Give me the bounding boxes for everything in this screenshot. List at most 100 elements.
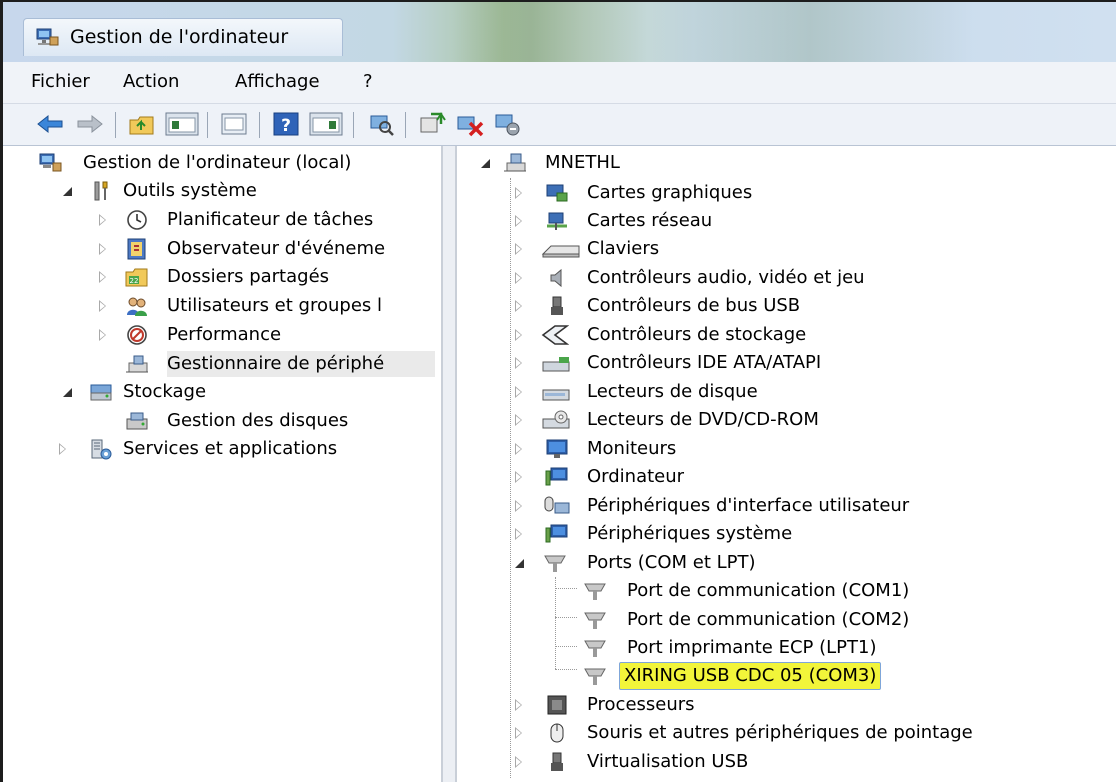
monitor-icon: [546, 439, 568, 458]
device-category-ports[interactable]: Ports (COM et LPT): [457, 549, 1116, 577]
device-category[interactable]: Cartes réseau: [457, 207, 1116, 235]
expand-arrow-icon[interactable]: [99, 329, 106, 341]
menu-action[interactable]: Action: [123, 71, 179, 92]
expand-arrow-icon[interactable]: [515, 500, 522, 512]
computer-management-icon: [39, 153, 62, 172]
device-category[interactable]: Souris et autres périphériques de pointa…: [457, 719, 1116, 747]
expand-arrow-icon[interactable]: [515, 243, 522, 255]
expand-arrow-icon[interactable]: [515, 386, 522, 398]
hid-icon: [544, 496, 570, 514]
expand-arrow-icon[interactable]: [515, 443, 522, 455]
uninstall-device-icon[interactable]: [455, 110, 485, 138]
device-category[interactable]: Périphériques système: [457, 520, 1116, 548]
expand-arrow-icon[interactable]: [99, 214, 106, 226]
device-category[interactable]: Claviers: [457, 235, 1116, 263]
toolbar-separator: [115, 112, 116, 138]
tree-item-gestionnaire-peripheriques[interactable]: Gestionnaire de périphé: [3, 350, 441, 378]
processor-icon: [547, 695, 567, 715]
tree-item-observateur[interactable]: Observateur d'événeme: [3, 235, 441, 263]
help-icon[interactable]: ?: [271, 110, 301, 138]
device-category[interactable]: Cartes graphiques: [457, 179, 1116, 207]
expand-arrow-icon[interactable]: [99, 271, 106, 283]
device-category[interactable]: Contrôleurs de stockage: [457, 321, 1116, 349]
update-driver-icon[interactable]: [417, 110, 447, 138]
device-category[interactable]: Processeurs: [457, 691, 1116, 719]
device-category[interactable]: Contrôleurs de bus USB: [457, 292, 1116, 320]
back-arrow-icon[interactable]: [35, 110, 65, 138]
expand-arrow-icon[interactable]: [515, 727, 522, 739]
tree-item-outils-systeme[interactable]: Outils système: [3, 177, 441, 205]
tree-item-planificateur[interactable]: Planificateur de tâches: [3, 206, 441, 234]
tree-item-label: Observateur d'événeme: [167, 238, 386, 259]
collapse-arrow-icon[interactable]: [481, 159, 490, 168]
device-manager-icon: [126, 355, 148, 373]
expand-arrow-icon[interactable]: [515, 528, 522, 540]
export-list-icon[interactable]: [219, 110, 249, 138]
expand-arrow-icon[interactable]: [515, 756, 522, 768]
device-item-selected[interactable]: XIRING USB CDC 05 (COM3): [457, 662, 1116, 690]
device-category[interactable]: Contrôleurs audio, vidéo et jeu: [457, 264, 1116, 292]
forward-arrow-icon[interactable]: [75, 110, 105, 138]
expand-arrow-icon[interactable]: [515, 187, 522, 199]
device-category-label: Contrôleurs de bus USB: [587, 295, 801, 316]
device-item-label: Port de communication (COM1): [627, 580, 910, 601]
device-item[interactable]: Port imprimante ECP (LPT1): [457, 634, 1116, 662]
console-tree-pane[interactable]: Gestion de l'ordinateur (local) Outils s…: [3, 146, 443, 782]
expand-arrow-icon[interactable]: [515, 699, 522, 711]
disable-device-icon[interactable]: [493, 110, 523, 138]
show-hide-console-tree-icon[interactable]: [165, 110, 199, 138]
expand-arrow-icon[interactable]: [515, 471, 522, 483]
storage-icon: [90, 384, 112, 401]
device-category[interactable]: Lecteurs de disque: [457, 378, 1116, 406]
expand-arrow-icon[interactable]: [515, 414, 522, 426]
keyboard-icon: [541, 245, 580, 258]
device-item[interactable]: Port de communication (COM2): [457, 606, 1116, 634]
menu-fichier[interactable]: Fichier: [31, 71, 90, 92]
menu-bar: Fichier Action Affichage ?: [3, 62, 1116, 104]
expand-arrow-icon[interactable]: [515, 215, 522, 227]
svg-text:?: ?: [281, 116, 291, 136]
device-category-label: Contrôleurs de stockage: [587, 324, 807, 345]
menu-affichage[interactable]: Affichage: [235, 71, 320, 92]
system-devices-icon: [545, 524, 568, 543]
expand-arrow-icon[interactable]: [515, 272, 522, 284]
tree-item-dossiers-partages[interactable]: 22 Dossiers partagés: [3, 263, 441, 291]
device-category[interactable]: Périphériques d'interface utilisateur: [457, 492, 1116, 520]
up-folder-icon[interactable]: [127, 110, 157, 138]
device-category[interactable]: Virtualisation USB: [457, 748, 1116, 776]
device-item-label: XIRING USB CDC 05 (COM3): [619, 662, 882, 690]
expand-arrow-icon[interactable]: [515, 300, 522, 312]
title-bar[interactable]: Gestion de l'ordinateur: [3, 2, 1116, 62]
expand-arrow-icon[interactable]: [99, 243, 106, 255]
device-category[interactable]: Moniteurs: [457, 435, 1116, 463]
show-hide-action-pane-icon[interactable]: [309, 110, 343, 138]
device-category[interactable]: Contrôleurs IDE ATA/ATAPI: [457, 349, 1116, 377]
tree-item-utilisateurs[interactable]: Utilisateurs et groupes l: [3, 292, 441, 320]
port-icon: [584, 668, 606, 685]
expand-arrow-icon[interactable]: [515, 357, 522, 369]
collapse-arrow-icon[interactable]: [515, 559, 524, 568]
tree-item-gestion-disques[interactable]: Gestion des disques: [3, 407, 441, 435]
expand-arrow-icon[interactable]: [515, 329, 522, 341]
pane-splitter[interactable]: [443, 146, 457, 782]
services-icon: [91, 439, 112, 460]
device-item[interactable]: Port de communication (COM1): [457, 577, 1116, 605]
device-root[interactable]: MNETHL: [457, 149, 1116, 177]
port-icon: [584, 612, 606, 629]
device-tree-pane[interactable]: MNETHL Cartes graphiques Cartes réseau C…: [457, 146, 1116, 782]
collapse-arrow-icon[interactable]: [63, 388, 72, 397]
expand-arrow-icon[interactable]: [99, 300, 106, 312]
collapse-arrow-icon[interactable]: [63, 187, 72, 196]
device-category-label: Virtualisation USB: [587, 751, 749, 772]
tree-item-performance[interactable]: Performance: [3, 321, 441, 349]
device-category[interactable]: Ordinateur: [457, 463, 1116, 491]
usb-plug-icon: [551, 752, 563, 771]
menu-help[interactable]: ?: [363, 71, 373, 92]
tree-item-services-applications[interactable]: Services et applications: [3, 435, 441, 463]
scan-hardware-icon[interactable]: [367, 110, 397, 138]
device-category[interactable]: Lecteurs de DVD/CD-ROM: [457, 406, 1116, 434]
expand-arrow-icon[interactable]: [59, 443, 66, 455]
tree-item-label: Stockage: [123, 381, 207, 402]
tree-root[interactable]: Gestion de l'ordinateur (local): [3, 149, 441, 177]
tree-item-stockage[interactable]: Stockage: [3, 378, 441, 406]
